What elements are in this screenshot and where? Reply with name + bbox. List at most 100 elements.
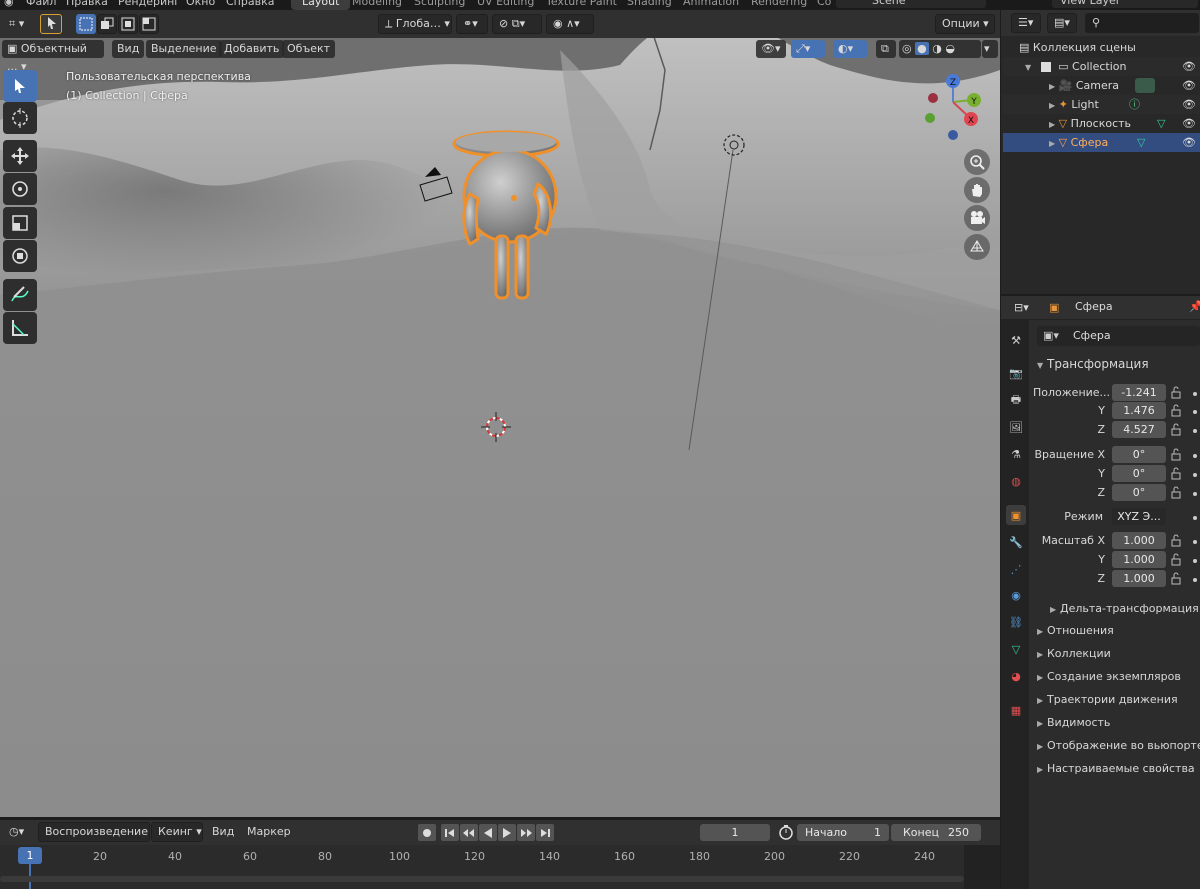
select-invert-icon[interactable]	[139, 14, 159, 34]
object-tab-icon[interactable]: ▣	[1006, 505, 1026, 525]
frame-start-field[interactable]: Начало 1	[797, 824, 889, 841]
menu-object[interactable]: Объект	[282, 40, 336, 58]
outliner-display-mode-icon[interactable]: ▤▾	[1047, 13, 1077, 33]
keying-dropdown[interactable]: Кеинг ▾	[151, 822, 203, 842]
data-tab-icon[interactable]: ▽	[1006, 639, 1026, 659]
measure-tool[interactable]	[3, 312, 37, 344]
checkbox-icon[interactable]	[1040, 62, 1051, 72]
view-layer-selector[interactable]: View Layer	[1052, 0, 1198, 8]
stopwatch-icon[interactable]	[778, 824, 795, 841]
location-y-field[interactable]: 1.476	[1112, 402, 1166, 419]
section-motion-paths[interactable]: ▶ Траектории движения	[1037, 693, 1178, 706]
navigation-gizmo[interactable]: Z Y X	[920, 72, 986, 142]
editor-type-icon[interactable]: ⌗ ▾	[2, 14, 31, 34]
outliner-item-plane[interactable]: ▶ ▽ Плоскость ▽ 👁	[1003, 114, 1200, 133]
expand-arrow-icon[interactable]: ▶	[1049, 139, 1055, 148]
3d-cursor-icon[interactable]	[481, 412, 511, 442]
outliner-root[interactable]: ▤ Коллекция сцены	[1003, 38, 1200, 57]
outliner-item-light[interactable]: ▶ ✦ Light ⓘ 👁	[1003, 95, 1200, 114]
select-extend-icon[interactable]	[97, 14, 117, 34]
options-dropdown[interactable]: Опции ▾	[935, 14, 995, 34]
tab-animation[interactable]: Animation	[672, 0, 750, 10]
scale-z-field[interactable]: 1.000	[1112, 570, 1166, 587]
move-tool[interactable]	[3, 140, 37, 172]
render-tab-icon[interactable]: 📷	[1006, 363, 1026, 383]
pivot-point-icon[interactable]: ⚭▾	[456, 14, 488, 34]
material-tab-icon[interactable]: ◕	[1006, 666, 1026, 686]
outliner-item-sphere[interactable]: ▶ ▽ Сфера ▽ 👁	[1003, 133, 1200, 152]
eye-icon[interactable]: 👁	[1182, 57, 1196, 76]
blender-logo-icon[interactable]: ◉	[4, 0, 14, 8]
select-subtract-icon[interactable]	[118, 14, 138, 34]
eye-icon[interactable]: 👁	[1182, 114, 1196, 133]
eye-icon[interactable]: 👁	[1182, 95, 1196, 114]
object-name-field[interactable]: ▣▾ Сфера	[1037, 326, 1200, 346]
record-button[interactable]	[418, 824, 436, 841]
annotate-tool[interactable]	[3, 279, 37, 311]
menu-add[interactable]: Добавить	[219, 40, 285, 58]
transform-tool[interactable]	[3, 240, 37, 272]
cursor-tool[interactable]	[3, 102, 37, 134]
expand-arrow-icon[interactable]: ▶	[1049, 120, 1055, 129]
delta-transform-section[interactable]: ▶ Дельта-трансформация	[1050, 602, 1199, 615]
playhead-frame-indicator[interactable]: 1	[18, 847, 42, 864]
rendered-shading-icon[interactable]: ◒	[945, 42, 955, 55]
menu-render[interactable]: Рендеринг	[118, 0, 180, 8]
sphere-character-object[interactable]	[448, 124, 573, 310]
section-relations[interactable]: ▶ Отношения	[1037, 624, 1114, 637]
menu-select[interactable]: Выделение	[146, 40, 222, 58]
section-collections[interactable]: ▶ Коллекции	[1037, 647, 1111, 660]
outliner-editor-icon[interactable]: ☰▾	[1011, 13, 1041, 33]
current-frame-field[interactable]: 1	[700, 824, 770, 841]
3d-viewport[interactable]	[0, 10, 1000, 817]
expand-arrow-icon[interactable]: ▶	[1049, 82, 1055, 91]
camera-object[interactable]	[415, 163, 455, 203]
solid-shading-icon[interactable]: ●	[915, 42, 929, 55]
section-custom-properties[interactable]: ▶ Настраиваемые свойства	[1037, 762, 1200, 775]
tab-uv-editing[interactable]: UV Editing	[466, 0, 545, 10]
transform-section[interactable]: ▼ Трансформация	[1037, 357, 1149, 371]
proportional-edit-icon[interactable]: ◉ ∧▾	[546, 14, 594, 34]
rotation-z-field[interactable]: 0°	[1112, 484, 1166, 501]
select-new-icon[interactable]	[76, 14, 96, 34]
menu-edit[interactable]: Правка	[66, 0, 108, 8]
shading-options-chevron-icon[interactable]: ▾	[982, 40, 998, 58]
gizmo-toggle-icon[interactable]: ⤢▾	[791, 40, 825, 58]
select-tool-icon[interactable]	[40, 14, 62, 34]
menu-window[interactable]: Окно	[186, 0, 215, 8]
overlay-toggle-icon[interactable]: ◐▾	[833, 40, 867, 58]
eye-icon[interactable]: 👁	[1182, 133, 1196, 152]
world-tab-icon[interactable]: ◍	[1006, 471, 1026, 491]
view-layer-tab-icon[interactable]: 🖼	[1006, 417, 1026, 437]
expand-arrow-icon[interactable]: ▶	[1049, 101, 1055, 110]
jump-end-icon[interactable]	[536, 824, 554, 841]
modifier-tab-icon[interactable]: 🔧	[1006, 532, 1026, 552]
mode-dropdown[interactable]: ▣ Объектный ... ▾	[2, 40, 104, 73]
scale-y-field[interactable]: 1.000	[1112, 551, 1166, 568]
properties-editor-icon[interactable]: ⊟▾	[1007, 298, 1039, 318]
menu-view[interactable]: Вид	[112, 40, 145, 58]
snap-icon[interactable]: ⊘ ⧉▾	[492, 14, 542, 34]
eye-icon[interactable]: 👁	[1182, 76, 1196, 95]
rotation-y-field[interactable]: 0°	[1112, 465, 1166, 482]
zoom-icon[interactable]	[964, 149, 990, 175]
menu-file[interactable]: Файл	[26, 0, 56, 8]
scale-tool[interactable]	[3, 207, 37, 239]
section-visibility[interactable]: ▶ Видимость	[1037, 716, 1110, 729]
scene-selector[interactable]: Scene	[836, 0, 986, 8]
timeline-editor-icon[interactable]: ◷▾	[2, 822, 32, 842]
outliner-item-collection[interactable]: ▼ ▭ Collection 👁	[1003, 57, 1200, 76]
outliner-item-camera[interactable]: ▶ 🎥 Camera 👁	[1003, 76, 1200, 95]
outliner-search-input[interactable]: ⚲	[1085, 13, 1199, 33]
select-box-tool[interactable]	[3, 70, 37, 102]
collapse-arrow-icon[interactable]: ▼	[1025, 63, 1031, 72]
pin-icon[interactable]: 📌	[1189, 300, 1200, 313]
output-tab-icon[interactable]: 🖶	[1006, 390, 1026, 410]
frame-end-field[interactable]: Конец 250	[891, 824, 981, 841]
playback-dropdown[interactable]: Воспроизведение ▾	[38, 822, 157, 842]
visibility-icon[interactable]: 👁▾	[756, 40, 786, 58]
play-reverse-icon[interactable]	[479, 824, 497, 841]
location-z-field[interactable]: 4.527	[1112, 421, 1166, 438]
timeline-marker-menu[interactable]: Маркер	[240, 822, 298, 842]
play-icon[interactable]	[498, 824, 516, 841]
